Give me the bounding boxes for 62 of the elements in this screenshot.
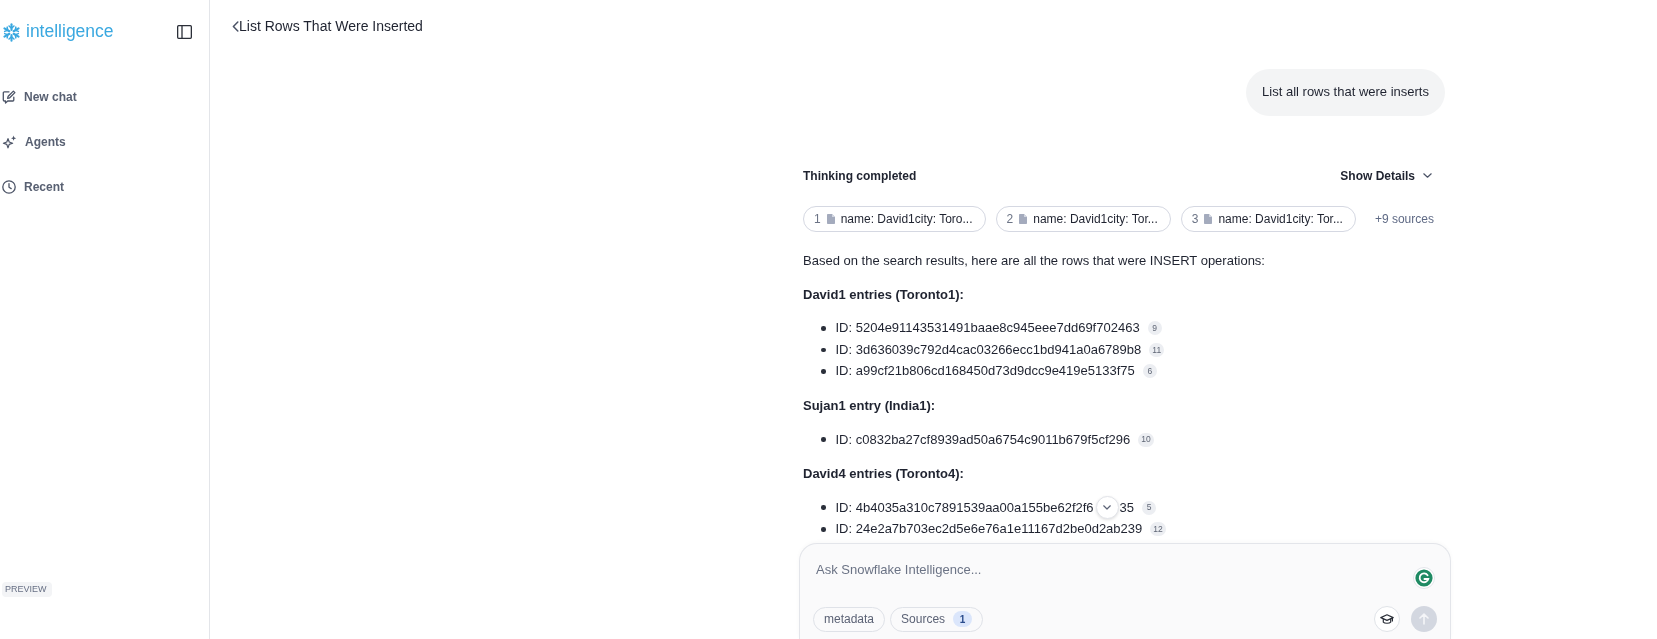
message-input[interactable]: Ask Snowflake Intelligence... — [813, 559, 1413, 579]
document-icon — [1204, 213, 1213, 224]
row-id-text: ID: 3d636039c792d4cac03266ecc1bd941a0a6789b8 — [835, 340, 1142, 359]
context-chip[interactable]: metadata — [813, 606, 886, 632]
user-message: List all rows that were inserts — [1246, 68, 1445, 116]
source-number: 3 — [1191, 210, 1199, 228]
row-id-text: ID: 4b4035a310c7891539aa00a155be62f2f6 — [835, 498, 1094, 517]
row-id-text: ID: c0832ba27cf8939ad50a6754c9011b679f5cf296 — [835, 430, 1131, 449]
snowflake-icon — [2, 22, 21, 42]
mode-button[interactable] — [1374, 606, 1400, 632]
recent-link[interactable]: Recent — [2, 164, 64, 209]
bullet-icon — [821, 369, 826, 374]
answer-intro: Based on the search results, here are all the rows that were INSERT operations: — [803, 252, 1266, 270]
count-badge: 1 — [953, 611, 973, 627]
logo-text: intelligence — [26, 23, 114, 41]
citation-badge[interactable]: 9 — [1147, 321, 1162, 336]
bullet-icon — [821, 347, 826, 353]
group-heading: Sujan1 entry (India1): — [803, 396, 937, 415]
citation-badge[interactable]: 11 — [1149, 342, 1165, 357]
document-icon — [826, 213, 835, 224]
compose-icon — [2, 89, 16, 104]
bullet-icon — [821, 527, 826, 532]
row-id-text: ID: a99cf21b806cd168450d73d9dcc9e419e5133f75 — [835, 362, 1135, 381]
row-id-text: 35 — [1119, 498, 1135, 517]
source-chip[interactable]: 1 name: David1city: Toro... — [803, 205, 986, 232]
context-chip[interactable]: Sources 1 — [890, 606, 984, 632]
more-sources-link[interactable]: +9 sources — [1374, 209, 1434, 228]
group-heading: David4 entries (Toronto4): — [803, 464, 965, 483]
bullet-icon — [821, 437, 826, 442]
source-label: name: David1city: Tor... — [1033, 210, 1158, 228]
citation-badge[interactable]: 5 — [1142, 500, 1157, 515]
new-chat-link[interactable]: New chat — [2, 74, 77, 119]
g-logo-icon[interactable] — [1413, 567, 1435, 589]
chevron-down-icon — [1103, 505, 1112, 511]
source-chip[interactable]: 3 name: David1city: Tor... — [1180, 205, 1356, 232]
citation-badge[interactable]: 10 — [1138, 432, 1154, 447]
thinking-status: Thinking completed — [803, 167, 917, 185]
source-label: name: David1city: Toro... — [840, 210, 973, 228]
source-label: name: David1city: Tor... — [1218, 210, 1343, 228]
agents-link[interactable]: Agents — [2, 119, 66, 164]
sparkle-icon — [2, 134, 17, 149]
bullet-icon — [821, 505, 826, 510]
chevron-left-icon — [232, 20, 239, 32]
sidebar-panel-icon — [177, 25, 192, 39]
clock-icon — [2, 179, 16, 194]
source-number: 2 — [1006, 210, 1014, 228]
citation-badge[interactable]: 6 — [1142, 364, 1157, 379]
back-button[interactable] — [232, 20, 239, 32]
document-icon — [1019, 213, 1028, 224]
citation-badge[interactable]: 12 — [1150, 522, 1166, 537]
source-chip[interactable]: 2 name: David1city: Tor... — [995, 205, 1171, 232]
graduation-cap-icon — [1380, 613, 1394, 625]
row-id-text: ID: 5204e91143531491baae8c945eee7dd69f702463 — [835, 319, 1140, 338]
show-details-button[interactable]: Show Details — [1340, 166, 1432, 185]
arrow-up-icon — [1419, 613, 1429, 625]
chat-title: List Rows That Were Inserted — [239, 17, 423, 35]
preview-badge: PREVIEW — [2, 582, 52, 597]
bullet-icon — [821, 326, 826, 331]
row-id-text: ID: 24e2a7b703ec2d5e6e76a1e11167d2be0d2ab239 — [835, 520, 1143, 539]
sidebar-toggle-button[interactable] — [177, 25, 192, 39]
group-heading: David1 entries (Toronto1): — [803, 285, 965, 304]
source-number: 1 — [814, 210, 821, 228]
